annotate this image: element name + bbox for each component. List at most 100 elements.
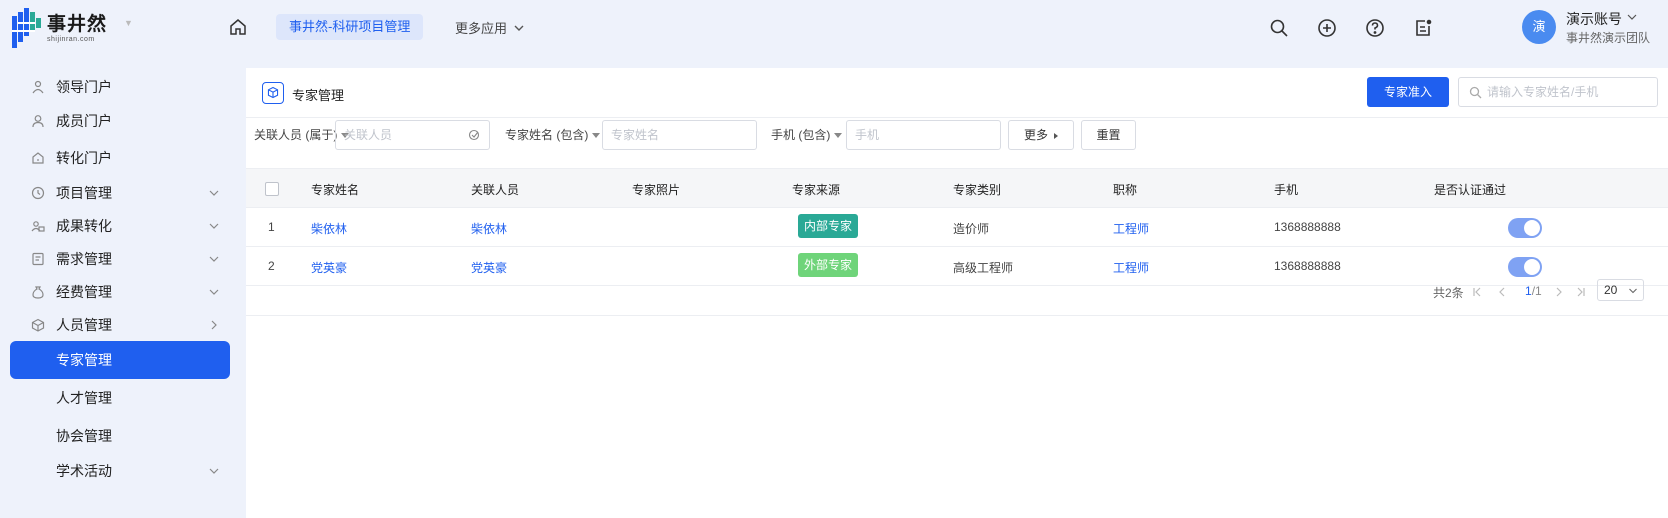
search-icon[interactable] (1268, 17, 1290, 39)
more-filters-button[interactable]: 更多 (1008, 120, 1074, 150)
plus-circle-icon[interactable] (1316, 17, 1338, 39)
sidebar-item-label: 人员管理 (56, 317, 112, 333)
home-icon[interactable] (228, 17, 248, 37)
reset-button[interactable]: 重置 (1081, 120, 1136, 150)
chevron-down-icon[interactable] (1626, 11, 1638, 23)
logo-text: 事井然 (47, 13, 108, 35)
avatar[interactable]: 演 (1522, 10, 1556, 44)
expert-name-link[interactable]: 柴依林 (311, 220, 347, 237)
select-all-checkbox[interactable] (265, 182, 279, 196)
phone-filter-operator[interactable]: 手机 (包含) (771, 120, 843, 150)
sidebar-item-member-portal[interactable]: 成员门户 (10, 102, 230, 140)
related-filter-label: 关联人员 (属于) (254, 128, 338, 142)
search-icon (1469, 86, 1482, 99)
sidebar-item-label: 需求管理 (56, 251, 112, 267)
notification-icon[interactable] (1412, 17, 1434, 39)
sidebar-item-academic-activities[interactable]: 学术活动 (10, 452, 230, 490)
name-filter-label: 专家姓名 (包含) (505, 128, 589, 142)
search-input[interactable] (1487, 78, 1652, 106)
table-footer-divider (246, 315, 1668, 316)
phone-filter-field[interactable] (846, 120, 1001, 150)
sidebar-item-label: 专家管理 (56, 352, 112, 368)
column-header[interactable]: 职称 (1113, 181, 1137, 198)
next-page-icon[interactable] (1553, 286, 1565, 298)
page-header: 专家管理 专家准入 (246, 68, 1668, 118)
source-badge: 内部专家 (798, 214, 859, 238)
column-header[interactable]: 专家姓名 (311, 181, 359, 198)
job-title-link[interactable]: 工程师 (1113, 259, 1149, 276)
table-row[interactable]: 1 柴依林 柴依林 内部专家 造价师 工程师 1368888888 (246, 208, 1668, 247)
page-size-select[interactable]: 20 (1597, 279, 1644, 301)
more-apps-menu[interactable]: 更多应用 (455, 18, 525, 37)
search-box[interactable] (1458, 77, 1658, 107)
sidebar-item-label: 协会管理 (56, 428, 112, 444)
caret-right-icon (1054, 132, 1058, 139)
caret-down-icon (592, 132, 601, 138)
column-header[interactable]: 关联人员 (471, 181, 519, 198)
sidebar-item-association-management[interactable]: 协会管理 (10, 417, 230, 455)
sidebar-item-personnel-management[interactable]: 人员管理 (10, 306, 230, 344)
sidebar-item-talent-management[interactable]: 人才管理 (10, 379, 230, 417)
sidebar-item-expert-management[interactable]: 专家管理 (10, 341, 230, 379)
more-apps-label: 更多应用 (455, 21, 508, 36)
active-app-tab[interactable]: 事井然-科研项目管理 (276, 14, 424, 40)
top-header: 事井然 shijinran.com ▼ 事井然-科研项目管理 更多应用 演 演示… (0, 0, 1668, 56)
row-index: 1 (268, 220, 275, 234)
column-header[interactable]: 专家照片 (632, 181, 680, 198)
certified-toggle[interactable] (1508, 218, 1542, 238)
users-icon (31, 221, 45, 232)
select-person-icon[interactable] (468, 129, 481, 142)
expert-name-link[interactable]: 党英豪 (311, 259, 347, 276)
money-bag-icon (32, 286, 44, 299)
sidebar-item-leader-portal[interactable]: 领导门户 (10, 68, 230, 106)
sidebar-item-label: 项目管理 (56, 185, 112, 201)
logo-domain: shijinran.com (47, 35, 95, 43)
logo[interactable]: 事井然 shijinran.com (12, 8, 107, 48)
member-icon (32, 115, 44, 128)
certified-toggle[interactable] (1508, 257, 1542, 277)
sidebar-item-label: 转化门户 (56, 150, 112, 166)
name-input[interactable] (603, 121, 756, 149)
prev-page-icon[interactable] (1496, 286, 1508, 298)
first-page-icon[interactable] (1471, 286, 1483, 298)
phone-filter-label: 手机 (包含) (771, 128, 831, 142)
home-outline-icon (32, 152, 44, 164)
total-pages: /1 (1531, 284, 1542, 298)
toggle-knob (1524, 259, 1540, 275)
sidebar-item-transfer-portal[interactable]: 转化门户 (10, 139, 230, 177)
column-header[interactable]: 专家来源 (792, 181, 840, 198)
related-person-link[interactable]: 党英豪 (471, 259, 507, 276)
toggle-knob (1524, 220, 1540, 236)
expert-category: 高级工程师 (953, 261, 1014, 275)
sidebar-item-label: 人才管理 (56, 390, 112, 406)
related-filter-field[interactable] (335, 120, 490, 150)
chevron-down-icon (209, 468, 219, 474)
caret-down-icon (834, 132, 843, 138)
help-icon[interactable] (1364, 17, 1386, 39)
sidebar-item-label: 经费管理 (56, 284, 112, 300)
page-size-value: 20 (1604, 283, 1618, 297)
expert-admission-button[interactable]: 专家准入 (1367, 77, 1449, 107)
related-input[interactable] (336, 121, 489, 149)
column-header[interactable]: 手机 (1274, 181, 1298, 198)
last-page-icon[interactable] (1575, 286, 1587, 298)
column-header[interactable]: 专家类别 (953, 181, 1001, 198)
chevron-down-icon (209, 223, 219, 229)
app-switch-caret-icon[interactable]: ▼ (124, 18, 133, 28)
name-filter-operator[interactable]: 专家姓名 (包含) (505, 120, 601, 150)
sidebar-item-label: 领导门户 (56, 79, 112, 95)
sidebar: 领导门户 成员门户 转化门户 项目管理 成果转化 需求管理 经费管理 人员管理 … (0, 68, 246, 518)
table-row[interactable]: 2 党英豪 党英豪 外部专家 高级工程师 工程师 1368888888 (246, 247, 1668, 286)
pagination-total: 共2条 (1433, 286, 1464, 300)
job-title-link[interactable]: 工程师 (1113, 220, 1149, 237)
column-header[interactable]: 是否认证通过 (1434, 181, 1506, 198)
chevron-down-icon (209, 256, 219, 262)
page-indicator: 1/1 (1525, 284, 1542, 298)
sidebar-item-label: 学术活动 (56, 463, 112, 479)
name-filter-field[interactable] (602, 120, 757, 150)
phone-input[interactable] (847, 121, 1000, 149)
related-person-link[interactable]: 柴依林 (471, 220, 507, 237)
current-page: 1 (1525, 284, 1532, 298)
account-name[interactable]: 演示账号 (1566, 9, 1622, 29)
chevron-down-icon (514, 25, 524, 31)
